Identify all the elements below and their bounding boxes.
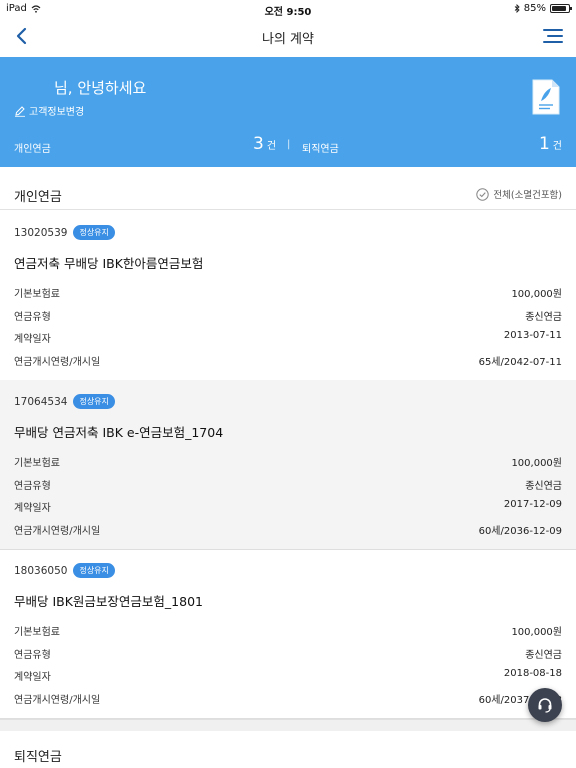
detail-label: 기본보험료 <box>14 627 60 638</box>
status-badge: 정상유지 <box>73 563 115 578</box>
detail-value: 100,000원 <box>511 289 562 300</box>
include-terminated-filter[interactable]: 전체(소멸건포함) <box>476 187 562 201</box>
check-circle-icon <box>476 187 490 201</box>
hamburger-menu-icon[interactable] <box>542 26 564 46</box>
product-name: 무배당 연금저축 IBK e-연금보험_1704 <box>14 425 224 440</box>
product-name: 무배당 IBK원금보장연금보험_1801 <box>14 594 203 609</box>
detail-value: 종신연금 <box>525 311 562 323</box>
nav-bar: 나의 계약 <box>0 18 576 56</box>
personal-count-unit: 건 <box>266 141 277 152</box>
personal-count-number: 3 <box>253 134 264 154</box>
page-title: 나의 계약 <box>262 32 314 47</box>
customer-summary-banner: 님, 안녕하세요 고객정보변경 개인연금 3건 | 퇴직연금 1건 <box>0 57 576 167</box>
product-name: 연금저축 무배당 IBK한아름연금보험 <box>14 256 204 271</box>
contract-document-icon <box>532 79 560 115</box>
status-time: 오전 9:50 <box>264 7 312 18</box>
detail-label: 기본보험료 <box>14 458 60 469</box>
contract-card[interactable]: 18036050 정상유지 무배당 IBK원금보장연금보험_1801 기본보험료… <box>0 549 576 719</box>
detail-label: 연금유형 <box>14 649 51 661</box>
status-badge: 정상유지 <box>73 225 115 240</box>
detail-label: 연금개시연령/개시일 <box>14 525 101 537</box>
pencil-icon <box>15 105 25 117</box>
contract-number-line: 13020539 정상유지 <box>14 225 115 240</box>
detail-row: 계약일자 2017-12-09 <box>14 499 562 522</box>
detail-label: 계약일자 <box>14 503 51 514</box>
section-title: 개인연금 <box>14 190 62 205</box>
status-bar: iPad 오전 9:50 85% <box>0 0 576 18</box>
detail-row: 연금개시연령/개시일 60세/2037-08-18 <box>14 691 562 714</box>
headset-icon <box>538 698 552 713</box>
battery-percent: 85% <box>523 3 546 14</box>
detail-value: 종신연금 <box>525 480 562 492</box>
contract-number: 18036050 <box>14 564 68 577</box>
detail-label: 기본보험료 <box>14 289 60 300</box>
detail-label: 연금개시연령/개시일 <box>14 694 101 706</box>
personal-pension-section-header: 개인연금 전체(소멸건포함) <box>0 178 576 210</box>
detail-row: 계약일자 2018-08-18 <box>14 668 562 691</box>
contract-number-line: 17064534 정상유지 <box>14 394 115 409</box>
detail-row: 기본보험료 100,000원 <box>14 285 562 308</box>
retirement-pension-count[interactable]: 1건 <box>539 134 562 154</box>
battery-icon <box>550 4 572 13</box>
detail-value: 종신연금 <box>525 649 562 661</box>
contract-details: 기본보험료 100,000원 연금유형 종신연금 계약일자 2013-07-11 연금… <box>14 285 562 375</box>
count-separator: | <box>287 139 291 150</box>
detail-value: 2017-12-09 <box>503 499 562 510</box>
retire-count-number: 1 <box>538 134 550 154</box>
detail-row: 연금유형 종신연금 <box>14 646 562 669</box>
contract-number: 17064534 <box>14 395 68 408</box>
contract-number-line: 18036050 정상유지 <box>14 563 115 578</box>
contract-card[interactable]: 17064534 정상유지 무배당 연금저축 IBK e-연금보험_1704 기… <box>0 380 576 550</box>
contract-details: 기본보험료 100,000원 연금유형 종신연금 계약일자 2018-08-18 연금… <box>14 623 562 713</box>
retirement-pension-label: 퇴직연금 <box>302 144 339 155</box>
detail-value: 2018-08-18 <box>503 668 562 679</box>
detail-value: 100,000원 <box>511 627 562 638</box>
detail-row: 기본보험료 100,000원 <box>14 454 562 477</box>
contract-details: 기본보험료 100,000원 연금유형 종신연금 계약일자 2017-12-09 연금… <box>14 454 562 544</box>
battery-fill <box>552 6 566 11</box>
contract-count-row: 개인연금 3건 | 퇴직연금 1건 <box>0 134 576 155</box>
detail-label: 연금유형 <box>14 311 51 323</box>
detail-value: 60세/2036-12-09 <box>478 525 562 537</box>
greeting-text: 님, 안녕하세요 <box>54 79 147 97</box>
detail-row: 기본보험료 100,000원 <box>14 623 562 646</box>
status-right: 85% <box>514 3 572 14</box>
retirement-section-title: 퇴직연금 <box>14 750 62 765</box>
detail-row: 연금유형 종신연금 <box>14 308 562 331</box>
detail-row: 연금개시연령/개시일 65세/2042-07-11 <box>14 353 562 376</box>
status-badge: 정상유지 <box>73 394 115 409</box>
retire-count-unit: 건 <box>552 141 562 152</box>
detail-value: 2013-07-11 <box>503 330 562 341</box>
personal-pension-label: 개인연금 <box>14 144 51 155</box>
detail-label: 계약일자 <box>14 672 51 683</box>
edit-customer-info-label: 고객정보변경 <box>29 107 85 118</box>
edit-customer-info-link[interactable]: 고객정보변경 <box>14 103 84 118</box>
detail-value: 100,000원 <box>511 458 562 469</box>
personal-pension-count[interactable]: 3건 <box>253 134 276 154</box>
detail-row: 계약일자 2013-07-11 <box>14 330 562 353</box>
contract-number: 13020539 <box>14 226 68 239</box>
detail-value: 65세/2042-07-11 <box>478 356 562 368</box>
floating-chat-button[interactable] <box>528 688 562 722</box>
filter-label: 전체(소멸건포함) <box>493 190 562 201</box>
bluetooth-icon <box>514 4 520 13</box>
detail-label: 계약일자 <box>14 334 51 345</box>
detail-row: 연금유형 종신연금 <box>14 477 562 500</box>
contract-card[interactable]: 13020539 정상유지 연금저축 무배당 IBK한아름연금보험 기본보험료 1… <box>0 211 576 381</box>
detail-row: 연금개시연령/개시일 60세/2036-12-09 <box>14 522 562 545</box>
detail-label: 연금개시연령/개시일 <box>14 356 101 368</box>
section-divider <box>0 719 576 731</box>
detail-label: 연금유형 <box>14 480 51 492</box>
